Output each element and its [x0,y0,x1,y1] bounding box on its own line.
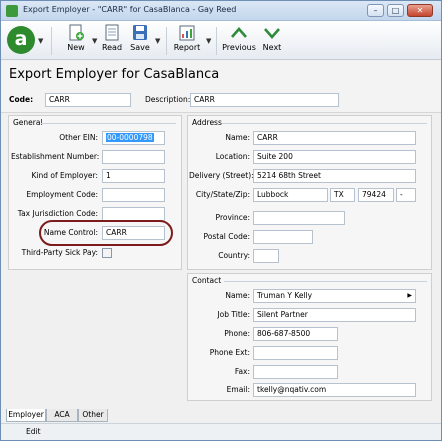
close-button[interactable]: ✕ [407,4,433,17]
third-party-sick-pay-checkbox[interactable] [102,248,112,258]
app-icon [6,5,18,17]
third-party-sick-pay-label: Third-Party Sick Pay: [21,248,98,257]
name-control-highlight [39,220,173,246]
postal-code-field[interactable] [253,230,313,244]
contact-title: Contact [192,276,222,285]
chevron-up-icon [231,27,247,38]
chevron-down-icon [264,28,280,39]
minimize-button[interactable]: – [367,4,384,17]
save-disk-icon [133,25,147,40]
toolbar-separator [216,27,217,55]
job-title-label: Job Title: [217,310,250,319]
address-title: Address [192,118,222,127]
save-label: Save [130,43,150,52]
phone-ext-field[interactable] [253,346,338,360]
tab-aca[interactable]: ACA [46,409,78,422]
kind-of-employer-field[interactable]: 1 [102,169,165,183]
report-icon [179,25,195,41]
address-name-label: Name: [225,133,250,142]
fax-field[interactable] [253,365,338,379]
toolbar-separator [51,27,52,55]
email-field[interactable]: tkelly@nqativ.com [253,383,416,397]
logo-dropdown-icon[interactable]: ▼ [38,37,43,45]
country-label: Country: [218,251,250,260]
report-button[interactable]: Report [170,24,204,58]
city-field[interactable]: Lubbock [253,188,328,202]
status-bar: Edit [1,423,441,440]
other-ein-label: Other EIN: [59,133,98,142]
fax-label: Fax: [234,367,250,376]
job-title-field[interactable]: Silent Partner [253,308,416,322]
status-mode: Edit [26,427,41,436]
new-document-icon [69,24,84,41]
code-field[interactable]: CARR [45,93,131,107]
maximize-button[interactable]: □ [387,4,404,17]
other-ein-field[interactable]: 00-0000798 [102,131,165,145]
contact-name-select[interactable]: Truman Y Kelly ▶ [253,289,416,303]
window-title: Export Employer - "CARR" for CasaBlanca … [23,5,237,14]
establishment-number-field[interactable] [102,150,165,164]
toolbar-separator [166,27,167,55]
general-title: General [13,118,43,127]
tax-jurisdiction-code-field[interactable] [102,207,165,221]
state-field[interactable]: TX [330,188,355,202]
email-label: Email: [226,385,250,394]
save-dropdown-icon[interactable]: ▼ [155,37,160,45]
app-logo-icon[interactable]: a [7,26,35,54]
employment-code-label: Employment Code: [26,190,98,199]
previous-button[interactable]: Previous [221,24,257,58]
province-label: Province: [215,213,250,222]
delivery-street-field[interactable]: 5214 68th Street [253,169,416,183]
location-label: Location: [215,152,250,161]
city-state-zip-label: City/State/Zip: [195,190,250,199]
contact-name-value: Truman Y Kelly [257,291,313,300]
new-button[interactable]: New [59,24,93,58]
next-button[interactable]: Next [255,24,289,58]
title-bar: Export Employer - "CARR" for CasaBlanca … [1,1,441,21]
location-field[interactable]: Suite 200 [253,150,416,164]
contact-name-label: Name: [225,291,250,300]
phone-field[interactable]: 806-687-8500 [253,327,338,341]
tab-other[interactable]: Other [78,409,108,422]
establishment-number-label: Establishment Number: [11,152,100,161]
tab-employer[interactable]: Employer [6,409,46,422]
description-field[interactable]: CARR [190,93,339,107]
employment-code-field[interactable] [102,188,165,202]
export-employer-window: Export Employer - "CARR" for CasaBlanca … [0,0,442,441]
contact-divider [224,281,427,282]
province-field[interactable] [253,211,345,225]
other-ein-value: 00-0000798 [106,133,154,142]
chevron-right-icon[interactable]: ▶ [407,290,412,302]
report-dropdown-icon[interactable]: ▼ [206,37,211,45]
page-title: Export Employer for CasaBlanca [9,67,220,82]
report-label: Report [173,43,201,52]
previous-label: Previous [222,43,256,52]
phone-ext-label: Phone Ext: [209,348,250,357]
save-button[interactable]: Save [123,24,157,58]
tax-jurisdiction-code-label: Tax Jurisdiction Code: [17,209,98,218]
address-name-field[interactable]: CARR [253,131,416,145]
postal-code-label: Postal Code: [203,232,250,241]
address-divider [222,123,427,124]
zip-extension-field[interactable]: - [396,188,416,202]
record-header: Export Employer for CasaBlanca Code: CAR… [1,61,441,113]
delivery-street-label: Delivery (Street): [189,171,254,180]
next-label: Next [262,43,282,52]
zip-field[interactable]: 79424 [358,188,394,202]
kind-of-employer-label: Kind of Employer: [31,171,98,180]
country-field[interactable] [253,249,279,263]
toolbar: a ▼ New ▼ Read Save ▼ Report ▼ Previous … [1,21,441,60]
new-label: New [67,43,85,52]
read-document-icon [105,24,119,41]
code-label: Code: [9,95,34,104]
phone-label: Phone: [224,329,250,338]
general-divider [41,123,176,124]
description-label: Description: [145,95,191,104]
